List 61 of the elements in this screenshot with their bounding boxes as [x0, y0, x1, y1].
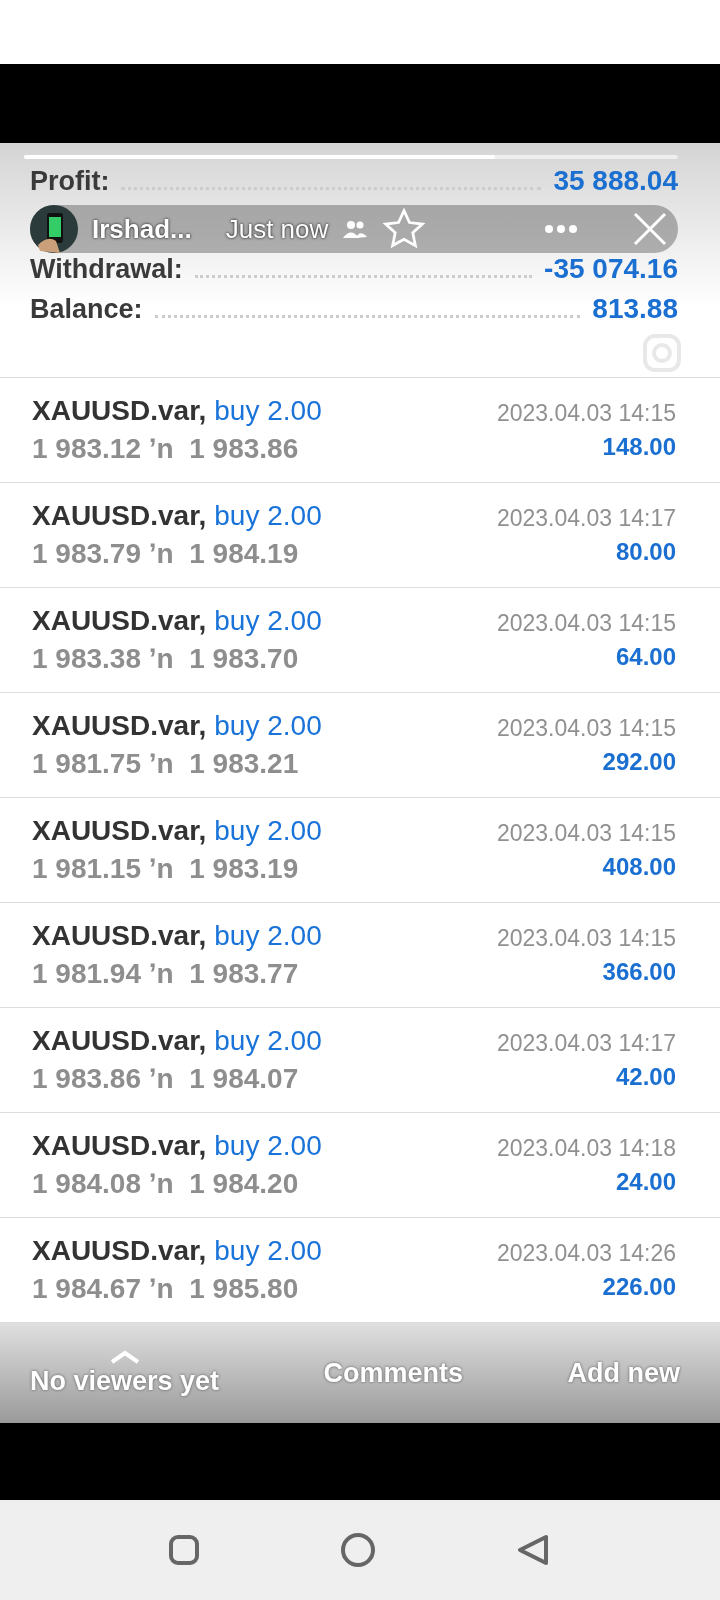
summary-label: Withdrawal:	[30, 254, 183, 285]
summary-label: Profit:	[30, 166, 110, 197]
deal-side: buy 2.00	[214, 605, 322, 637]
deal-prices: 1 984.08 ʼn 1 984.20	[32, 1168, 300, 1200]
deal-time: 2023.04.03 14:15	[496, 714, 676, 742]
symbol: XAUUSD.var,	[32, 815, 207, 847]
deal-time: 2023.04.03 14:15	[496, 924, 676, 952]
deal-side: buy 2.00	[214, 1025, 322, 1057]
deal-time: 2023.04.03 14:18	[496, 1134, 676, 1162]
deal-profit: 148.00	[602, 432, 676, 461]
deal-side: buy 2.00	[214, 1130, 322, 1162]
summary-value: 35 888.04	[553, 165, 678, 197]
recents-icon[interactable]	[168, 1534, 200, 1566]
deal-side: buy 2.00	[214, 815, 322, 847]
symbol: XAUUSD.var,	[32, 395, 207, 427]
deal-prices: 1 984.67 ʼn 1 985.80	[32, 1273, 300, 1305]
deal-prices: 1 983.12 ʼn 1 983.86	[32, 433, 300, 465]
summary-value: -35 074.16	[544, 253, 678, 285]
avatar[interactable]	[30, 205, 78, 253]
deal-profit: 408.00	[602, 852, 676, 881]
symbol: XAUUSD.var,	[32, 1130, 207, 1162]
story-time: Just now	[225, 213, 329, 245]
deal-side: buy 2.00	[214, 920, 322, 952]
deal-time: 2023.04.03 14:15	[496, 609, 676, 637]
symbol: XAUUSD.var,	[32, 500, 207, 532]
summary-label: Balance:	[30, 294, 143, 325]
viewers-label[interactable]: No viewers yet	[30, 1365, 220, 1397]
deal-prices: 1 983.79 ʼn 1 984.19	[32, 538, 300, 570]
deal-time: 2023.04.03 14:15	[496, 819, 676, 847]
deal-prices: 1 983.86 ʼn 1 984.07	[32, 1063, 300, 1095]
deal-profit: 64.00	[615, 642, 676, 671]
add-new-button[interactable]: Add new	[567, 1357, 680, 1389]
deal-profit: 80.00	[615, 537, 676, 566]
deal-prices: 1 981.94 ʼn 1 983.77	[32, 958, 300, 990]
home-icon[interactable]	[340, 1532, 376, 1568]
deal-time: 2023.04.03 14:17	[496, 504, 676, 532]
deal-profit: 366.00	[602, 957, 676, 986]
deal-profit: 226.00	[602, 1272, 676, 1301]
summary-value: 813.88	[592, 293, 678, 325]
deal-side: buy 2.00	[214, 710, 322, 742]
comments-button[interactable]: Comments	[323, 1357, 464, 1389]
symbol: XAUUSD.var,	[32, 710, 207, 742]
deal-prices: 1 983.38 ʼn 1 983.70	[32, 643, 300, 675]
deal-side: buy 2.00	[214, 500, 322, 532]
deal-time: 2023.04.03 14:15	[496, 399, 676, 427]
star-icon[interactable]	[382, 207, 427, 251]
deal-profit: 24.00	[615, 1167, 676, 1196]
deal-prices: 1 981.15 ʼn 1 983.19	[32, 853, 300, 885]
symbol: XAUUSD.var,	[32, 920, 207, 952]
people-icon	[342, 219, 369, 239]
deal-side: buy 2.00	[214, 395, 322, 427]
author-name[interactable]: Irshad...	[92, 213, 192, 245]
symbol: XAUUSD.var,	[32, 605, 207, 637]
deal-profit: 292.00	[602, 747, 676, 776]
deal-side: buy 2.00	[214, 1235, 322, 1267]
deal-prices: 1 981.75 ʼn 1 983.21	[32, 748, 300, 780]
symbol: XAUUSD.var,	[32, 1025, 207, 1057]
symbol: XAUUSD.var,	[32, 1235, 207, 1267]
deal-profit: 42.00	[615, 1062, 676, 1091]
deal-time: 2023.04.03 14:17	[496, 1029, 676, 1057]
deal-time: 2023.04.03 14:26	[496, 1239, 676, 1267]
